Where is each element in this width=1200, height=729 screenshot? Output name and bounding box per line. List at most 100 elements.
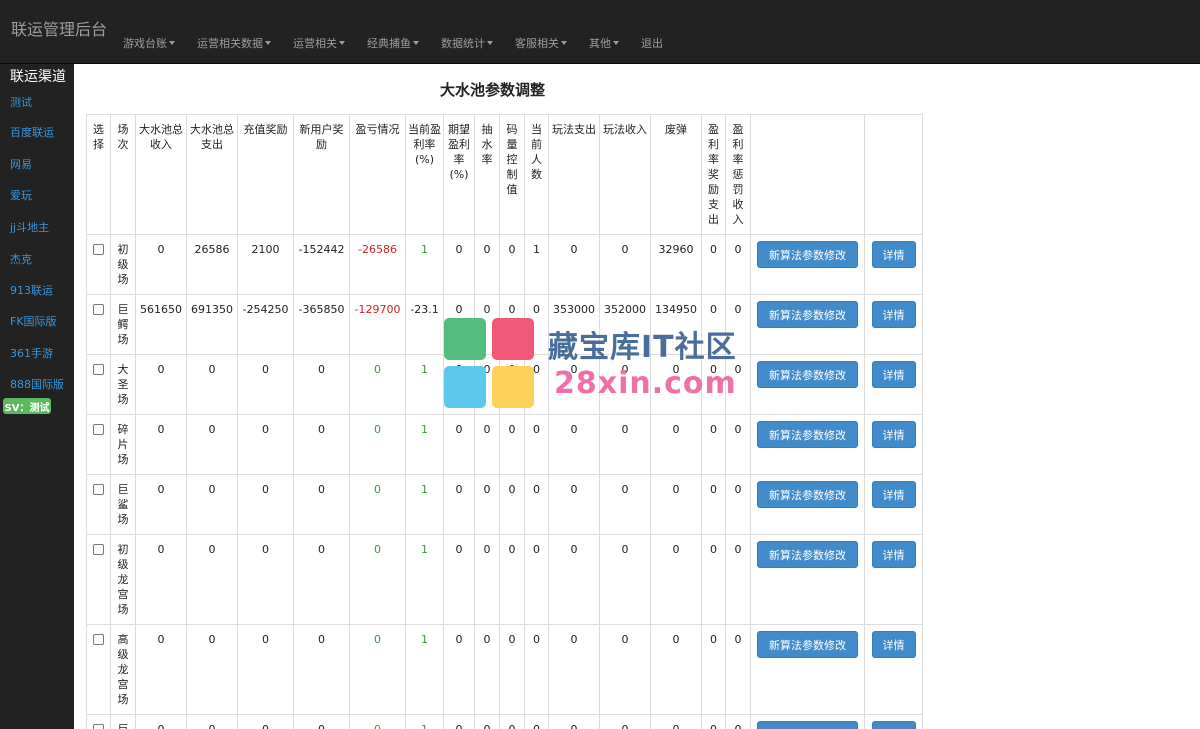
algo-action-cell: 新算法参数修改 xyxy=(750,714,865,729)
data-cell: 0 xyxy=(650,474,702,535)
caret-down-icon xyxy=(265,41,271,45)
data-cell: 0 xyxy=(474,414,500,475)
nav-item-4[interactable]: 数据统计 xyxy=(430,33,504,53)
data-cell: 134950 xyxy=(650,294,702,355)
data-cell: 0 xyxy=(474,354,500,415)
data-cell: 0 xyxy=(443,294,475,355)
sidebar-item-0[interactable]: 测试 xyxy=(10,94,32,110)
edit-algo-params-button[interactable]: 新算法参数修改 xyxy=(757,631,858,658)
sidebar-item-4[interactable]: jj斗地主 xyxy=(10,219,49,235)
detail-action-cell: 详情 xyxy=(864,354,923,415)
data-cell: 0 xyxy=(725,534,751,625)
detail-button[interactable]: 详情 xyxy=(871,361,916,388)
data-cell: 0 xyxy=(548,714,600,729)
nav-item-label: 客服相关 xyxy=(515,37,559,50)
data-cell: 1 xyxy=(524,234,549,295)
detail-button[interactable]: 详情 xyxy=(871,421,916,448)
algo-action-cell: 新算法参数修改 xyxy=(750,534,865,625)
data-cell: -365850 xyxy=(293,294,350,355)
data-cell: 0 xyxy=(135,414,187,475)
detail-action-cell: 详情 xyxy=(864,474,923,535)
data-cell: 0 xyxy=(701,474,726,535)
room-name-cell: 高级龙宫场 xyxy=(110,624,136,715)
column-header: 充值奖励 xyxy=(237,114,294,235)
edit-algo-params-button[interactable]: 新算法参数修改 xyxy=(757,301,858,328)
nav-item-0[interactable]: 游戏台账 xyxy=(112,33,186,53)
data-cell: 0 xyxy=(599,234,651,295)
row-checkbox[interactable] xyxy=(93,484,104,495)
detail-button[interactable]: 详情 xyxy=(871,301,916,328)
nav-item-7[interactable]: 退出 xyxy=(630,33,674,53)
nav-item-3[interactable]: 经典捕鱼 xyxy=(356,33,430,53)
detail-action-cell: 详情 xyxy=(864,234,923,295)
data-cell: 0 xyxy=(237,474,294,535)
data-cell: 0 xyxy=(349,474,406,535)
sidebar-item-8[interactable]: 361手游 xyxy=(10,345,53,361)
edit-algo-params-button[interactable]: 新算法参数修改 xyxy=(757,541,858,568)
edit-algo-params-button[interactable]: 新算法参数修改 xyxy=(757,241,858,268)
column-header: 盈亏情况 xyxy=(349,114,406,235)
nav-item-1[interactable]: 运营相关数据 xyxy=(186,33,282,53)
data-cell: 0 xyxy=(599,354,651,415)
app-brand[interactable]: 联运管理后台 xyxy=(11,16,107,40)
room-name-cell: 初级龙宫场 xyxy=(110,534,136,625)
row-checkbox[interactable] xyxy=(93,364,104,375)
data-cell: 0 xyxy=(186,474,238,535)
row-checkbox[interactable] xyxy=(93,724,104,729)
select-cell xyxy=(86,474,111,535)
data-cell: 0 xyxy=(650,534,702,625)
sidebar-item-9[interactable]: 888国际版 xyxy=(10,376,64,392)
data-cell: 32960 xyxy=(650,234,702,295)
sidebar-item-2[interactable]: 网易 xyxy=(10,156,32,172)
data-cell: 0 xyxy=(725,414,751,475)
data-cell: 0 xyxy=(349,714,406,729)
data-cell: 0 xyxy=(701,354,726,415)
edit-algo-params-button[interactable]: 新算法参数修改 xyxy=(757,481,858,508)
detail-button[interactable]: 详情 xyxy=(871,721,916,729)
edit-algo-params-button[interactable]: 新算法参数修改 xyxy=(757,721,858,729)
data-cell: 0 xyxy=(474,714,500,729)
data-cell: 0 xyxy=(725,474,751,535)
select-cell xyxy=(86,714,111,729)
nav-item-5[interactable]: 客服相关 xyxy=(504,33,578,53)
row-checkbox[interactable] xyxy=(93,424,104,435)
edit-algo-params-button[interactable]: 新算法参数修改 xyxy=(757,361,858,388)
data-cell: 0 xyxy=(237,714,294,729)
nav-item-label: 退出 xyxy=(641,37,663,50)
column-header: 选择 xyxy=(86,114,111,235)
data-cell: 352000 xyxy=(599,294,651,355)
row-checkbox[interactable] xyxy=(93,304,104,315)
nav-item-2[interactable]: 运营相关 xyxy=(282,33,356,53)
column-header: 玩法支出 xyxy=(548,114,600,235)
detail-button[interactable]: 详情 xyxy=(871,541,916,568)
data-cell: 0 xyxy=(293,474,350,535)
detail-button[interactable]: 详情 xyxy=(871,241,916,268)
room-name-cell: 碎片场 xyxy=(110,414,136,475)
detail-button[interactable]: 详情 xyxy=(871,631,916,658)
edit-algo-params-button[interactable]: 新算法参数修改 xyxy=(757,421,858,448)
row-checkbox[interactable] xyxy=(93,634,104,645)
row-checkbox[interactable] xyxy=(93,244,104,255)
sidebar-item-5[interactable]: 杰克 xyxy=(10,251,32,267)
data-cell: 0 xyxy=(474,534,500,625)
data-cell: 0 xyxy=(599,714,651,729)
detail-button[interactable]: 详情 xyxy=(871,481,916,508)
caret-down-icon xyxy=(561,41,567,45)
detail-action-cell: 详情 xyxy=(864,294,923,355)
data-cell: 0 xyxy=(474,474,500,535)
data-cell: 0 xyxy=(599,624,651,715)
sidebar-item-3[interactable]: 爱玩 xyxy=(10,187,32,203)
sidebar-item-7[interactable]: FK国际版 xyxy=(10,313,57,329)
sidebar-item-6[interactable]: 913联运 xyxy=(10,282,53,298)
row-checkbox[interactable] xyxy=(93,544,104,555)
nav-item-6[interactable]: 其他 xyxy=(578,33,630,53)
table-row: 巨鳄场 561650 691350 -254250 -365850 -129700 -23.… xyxy=(86,294,923,355)
column-header: 码量控制值 xyxy=(499,114,525,235)
sidebar-item-1[interactable]: 百度联运 xyxy=(10,124,54,140)
column-header xyxy=(750,114,865,235)
table-row: 高级龙宫场 0 0 0 0 0 1 0 0 0 0 0 0 0 0 0 新算法参数修改 详情 xyxy=(86,624,923,715)
data-cell: 0 xyxy=(443,414,475,475)
data-cell: -152442 xyxy=(293,234,350,295)
page-title: 大水池参数调整 xyxy=(439,81,545,99)
data-cell: 1 xyxy=(405,354,444,415)
